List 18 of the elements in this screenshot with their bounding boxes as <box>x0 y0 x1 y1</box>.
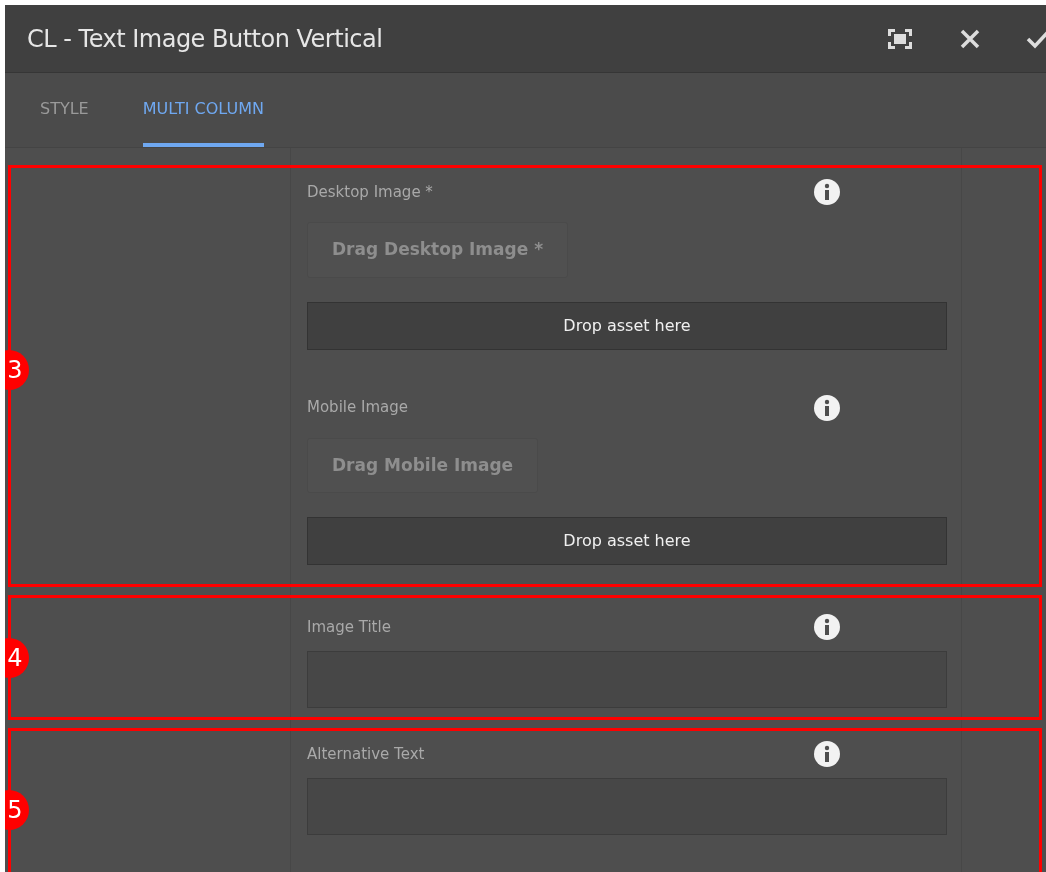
info-icon[interactable] <box>813 178 841 206</box>
drop-zone[interactable]: Drop asset here <box>307 517 947 565</box>
tab[interactable]: STYLE <box>40 97 89 147</box>
dialog-title: CL - Text Image Button Vertical <box>27 23 384 55</box>
annotation-marker: 5 <box>5 789 29 830</box>
annotation-marker: 3 <box>5 349 29 390</box>
info-icon[interactable] <box>813 740 841 768</box>
annotation-marker: 4 <box>5 637 29 678</box>
tab[interactable]: MULTI COLUMN <box>142 97 264 147</box>
field-label: Mobile Image <box>307 397 408 419</box>
close-icon <box>960 28 980 49</box>
fullscreen-icon <box>888 28 912 49</box>
info-icon[interactable] <box>813 613 841 641</box>
info-icon[interactable] <box>813 393 841 422</box>
field-label: Alternative Text <box>307 743 425 765</box>
field-label: Desktop Image * <box>307 181 433 203</box>
drop-zone[interactable]: Drop asset here <box>307 301 947 350</box>
field-label: Image Title <box>307 616 391 638</box>
